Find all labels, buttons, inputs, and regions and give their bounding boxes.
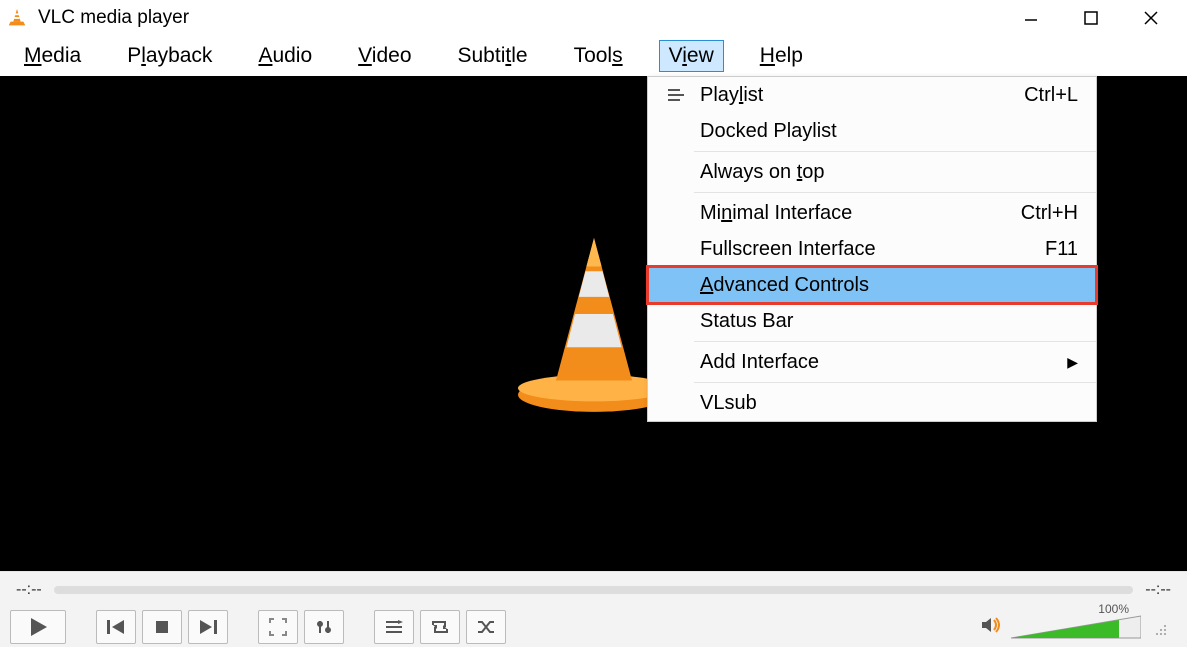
fullscreen-button[interactable] bbox=[258, 610, 298, 644]
loop-button[interactable] bbox=[420, 610, 460, 644]
resize-grip-icon[interactable] bbox=[1153, 622, 1167, 636]
menu-separator bbox=[694, 341, 1096, 342]
menu-item-label: VLsub bbox=[694, 392, 1078, 415]
menu-audio[interactable]: Audio bbox=[248, 40, 322, 72]
maximize-button[interactable] bbox=[1061, 0, 1121, 36]
menu-item-vlsub[interactable]: VLsub bbox=[648, 385, 1096, 421]
menu-separator bbox=[694, 151, 1096, 152]
menu-item-label: Add Interface bbox=[694, 351, 1067, 374]
window-title: VLC media player bbox=[38, 7, 189, 29]
menu-separator bbox=[694, 192, 1096, 193]
menu-item-playlist[interactable]: Playlist Ctrl+L bbox=[648, 77, 1096, 113]
menu-item-label: Advanced Controls bbox=[694, 274, 1078, 297]
previous-button[interactable] bbox=[96, 610, 136, 644]
vlc-cone-icon bbox=[6, 7, 28, 29]
menu-item-status-bar[interactable]: Status Bar bbox=[648, 303, 1096, 339]
window-controls bbox=[1001, 0, 1181, 36]
volume-slider[interactable]: 100% bbox=[1011, 614, 1141, 640]
titlebar: VLC media player bbox=[0, 0, 1187, 36]
menu-video[interactable]: Video bbox=[348, 40, 421, 72]
volume-area: 100% bbox=[981, 614, 1177, 640]
menu-view[interactable]: View bbox=[659, 40, 724, 72]
menu-media[interactable]: Media bbox=[14, 40, 91, 72]
extended-settings-button[interactable] bbox=[304, 610, 344, 644]
submenu-arrow-icon: ▶ bbox=[1067, 354, 1078, 371]
speaker-icon[interactable] bbox=[981, 616, 1003, 639]
menu-item-fullscreen-interface[interactable]: Fullscreen Interface F11 bbox=[648, 231, 1096, 267]
menu-item-docked-playlist[interactable]: Docked Playlist bbox=[648, 113, 1096, 149]
stop-button[interactable] bbox=[142, 610, 182, 644]
menu-item-minimal-interface[interactable]: Minimal Interface Ctrl+H bbox=[648, 195, 1096, 231]
menu-item-shortcut: Ctrl+H bbox=[1021, 202, 1078, 225]
time-elapsed: --:-- bbox=[16, 581, 42, 599]
seek-track[interactable] bbox=[54, 586, 1133, 594]
playlist-button[interactable] bbox=[374, 610, 414, 644]
menu-subtitle[interactable]: Subtitle bbox=[448, 40, 538, 72]
menu-tools[interactable]: Tools bbox=[564, 40, 633, 72]
menu-playback[interactable]: Playback bbox=[117, 40, 222, 72]
time-total: --:-- bbox=[1145, 581, 1171, 599]
menu-item-add-interface[interactable]: Add Interface ▶ bbox=[648, 344, 1096, 380]
playlist-icon bbox=[658, 88, 694, 102]
menu-separator bbox=[694, 382, 1096, 383]
next-button[interactable] bbox=[188, 610, 228, 644]
playback-controls: 100% bbox=[0, 607, 1187, 647]
menu-item-advanced-controls[interactable]: Advanced Controls bbox=[648, 267, 1096, 303]
menu-item-always-on-top[interactable]: Always on top bbox=[648, 154, 1096, 190]
shuffle-button[interactable] bbox=[466, 610, 506, 644]
menu-help[interactable]: Help bbox=[750, 40, 813, 72]
menu-item-label: Always on top bbox=[694, 161, 1078, 184]
menu-item-label: Docked Playlist bbox=[694, 120, 1078, 143]
menubar: Media Playback Audio Video Subtitle Tool… bbox=[0, 36, 1187, 76]
minimize-button[interactable] bbox=[1001, 0, 1061, 36]
menu-item-label: Playlist bbox=[694, 84, 1024, 107]
menu-item-shortcut: Ctrl+L bbox=[1024, 84, 1078, 107]
menu-item-label: Fullscreen Interface bbox=[694, 238, 1045, 261]
play-button[interactable] bbox=[10, 610, 66, 644]
seekbar: --:-- --:-- bbox=[0, 571, 1187, 607]
close-button[interactable] bbox=[1121, 0, 1181, 36]
view-dropdown: Playlist Ctrl+L Docked Playlist Always o… bbox=[647, 76, 1097, 422]
volume-label: 100% bbox=[1098, 602, 1129, 616]
menu-item-shortcut: F11 bbox=[1045, 238, 1078, 261]
menu-item-label: Minimal Interface bbox=[694, 202, 1021, 225]
menu-item-label: Status Bar bbox=[694, 310, 1078, 333]
